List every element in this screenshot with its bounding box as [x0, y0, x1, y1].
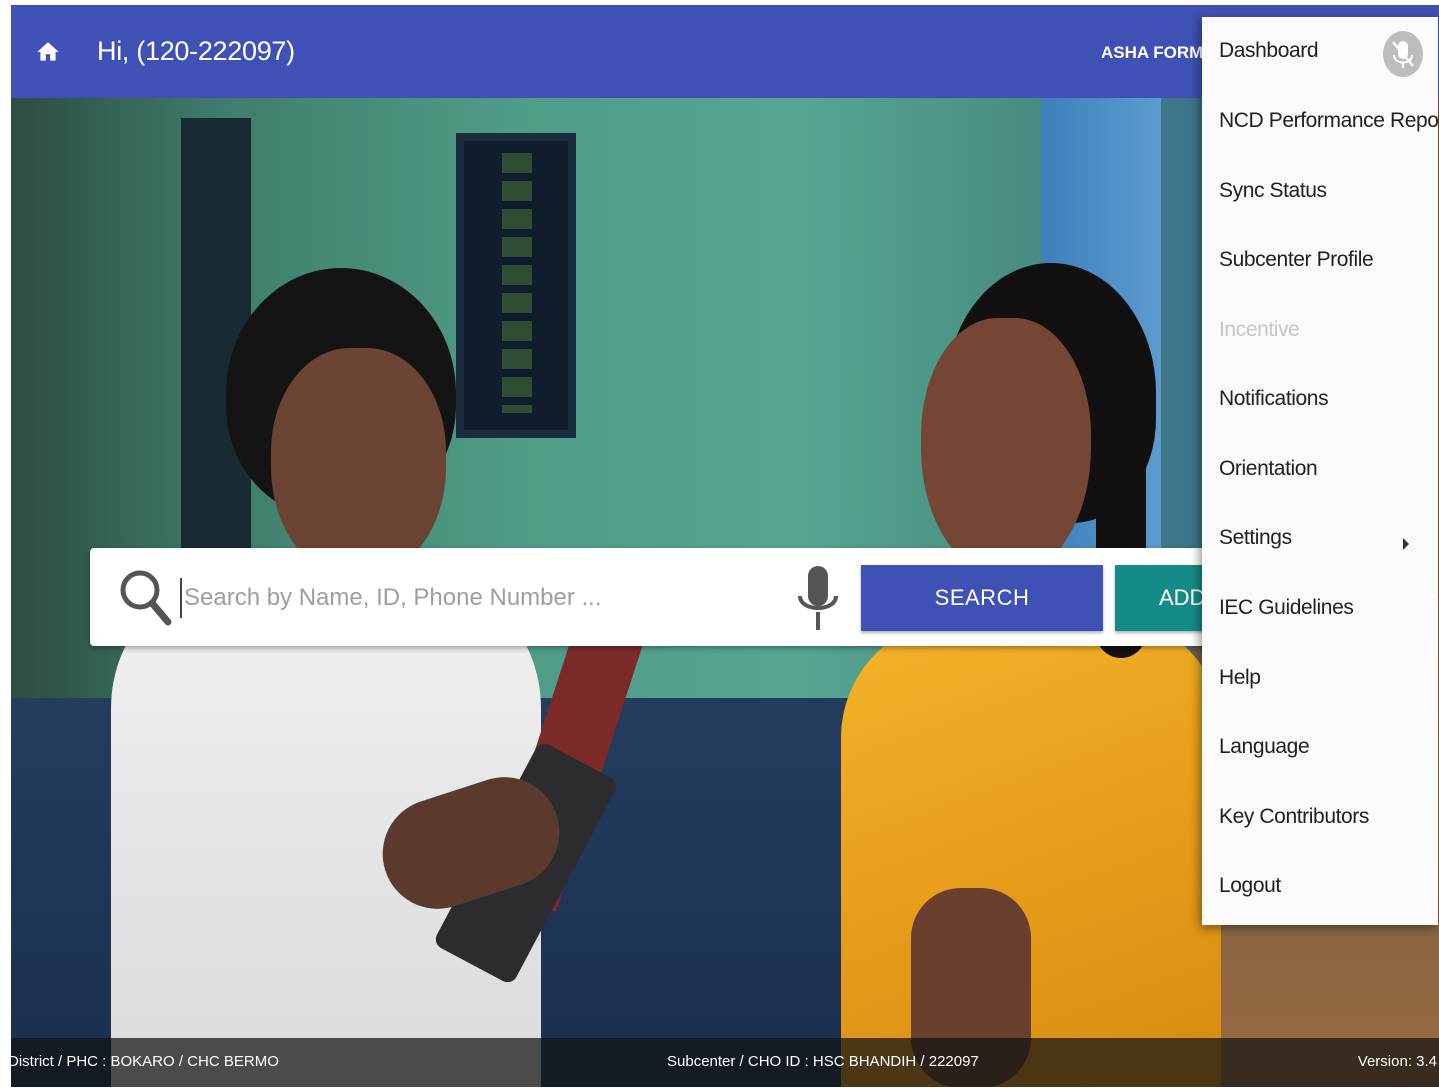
form-title: ASHA FORMAT — [1101, 43, 1213, 62]
menu-item-language[interactable]: Language — [1219, 735, 1310, 759]
menu-item-help[interactable]: Help — [1219, 666, 1261, 690]
version-info: Version: 3.4 — [1357, 1053, 1437, 1070]
menu-item-iec-guidelines[interactable]: IEC Guidelines — [1219, 596, 1354, 620]
menu-item-settings[interactable]: Settings — [1219, 526, 1292, 550]
overflow-menu: Dashboard NCD Performance Report Sync St… — [1202, 17, 1439, 925]
menu-item-incentive: Incentive — [1219, 318, 1300, 341]
menu-item-logout[interactable]: Logout — [1219, 874, 1281, 898]
search-bar: SEARCH ADD — [90, 548, 1245, 646]
greeting-title: Hi, (120-222097) — [97, 36, 295, 66]
menu-item-ncd-performance-report[interactable]: NCD Performance Report — [1219, 109, 1439, 133]
search-input[interactable] — [180, 578, 780, 618]
menu-item-key-contributors[interactable]: Key Contributors — [1219, 805, 1369, 829]
menu-item-dashboard[interactable]: Dashboard — [1219, 39, 1319, 63]
subcenter-info: Subcenter / CHO ID : HSC BHANDIH / 22209… — [667, 1053, 979, 1070]
submenu-arrow-icon — [1403, 538, 1409, 550]
search-icon — [120, 570, 172, 626]
district-info: District / PHC : BOKARO / CHC BERMO — [11, 1053, 279, 1070]
home-icon[interactable] — [35, 39, 61, 65]
menu-item-notifications[interactable]: Notifications — [1219, 387, 1329, 411]
microphone-off-icon[interactable] — [1383, 31, 1423, 77]
menu-item-sync-status[interactable]: Sync Status — [1219, 179, 1327, 203]
menu-item-subcenter-profile[interactable]: Subcenter Profile — [1219, 248, 1374, 272]
status-footer: District / PHC : BOKARO / CHC BERMO Subc… — [11, 1038, 1439, 1087]
search-button[interactable]: SEARCH — [861, 565, 1103, 631]
menu-item-orientation[interactable]: Orientation — [1219, 457, 1318, 481]
microphone-icon[interactable] — [796, 564, 840, 634]
